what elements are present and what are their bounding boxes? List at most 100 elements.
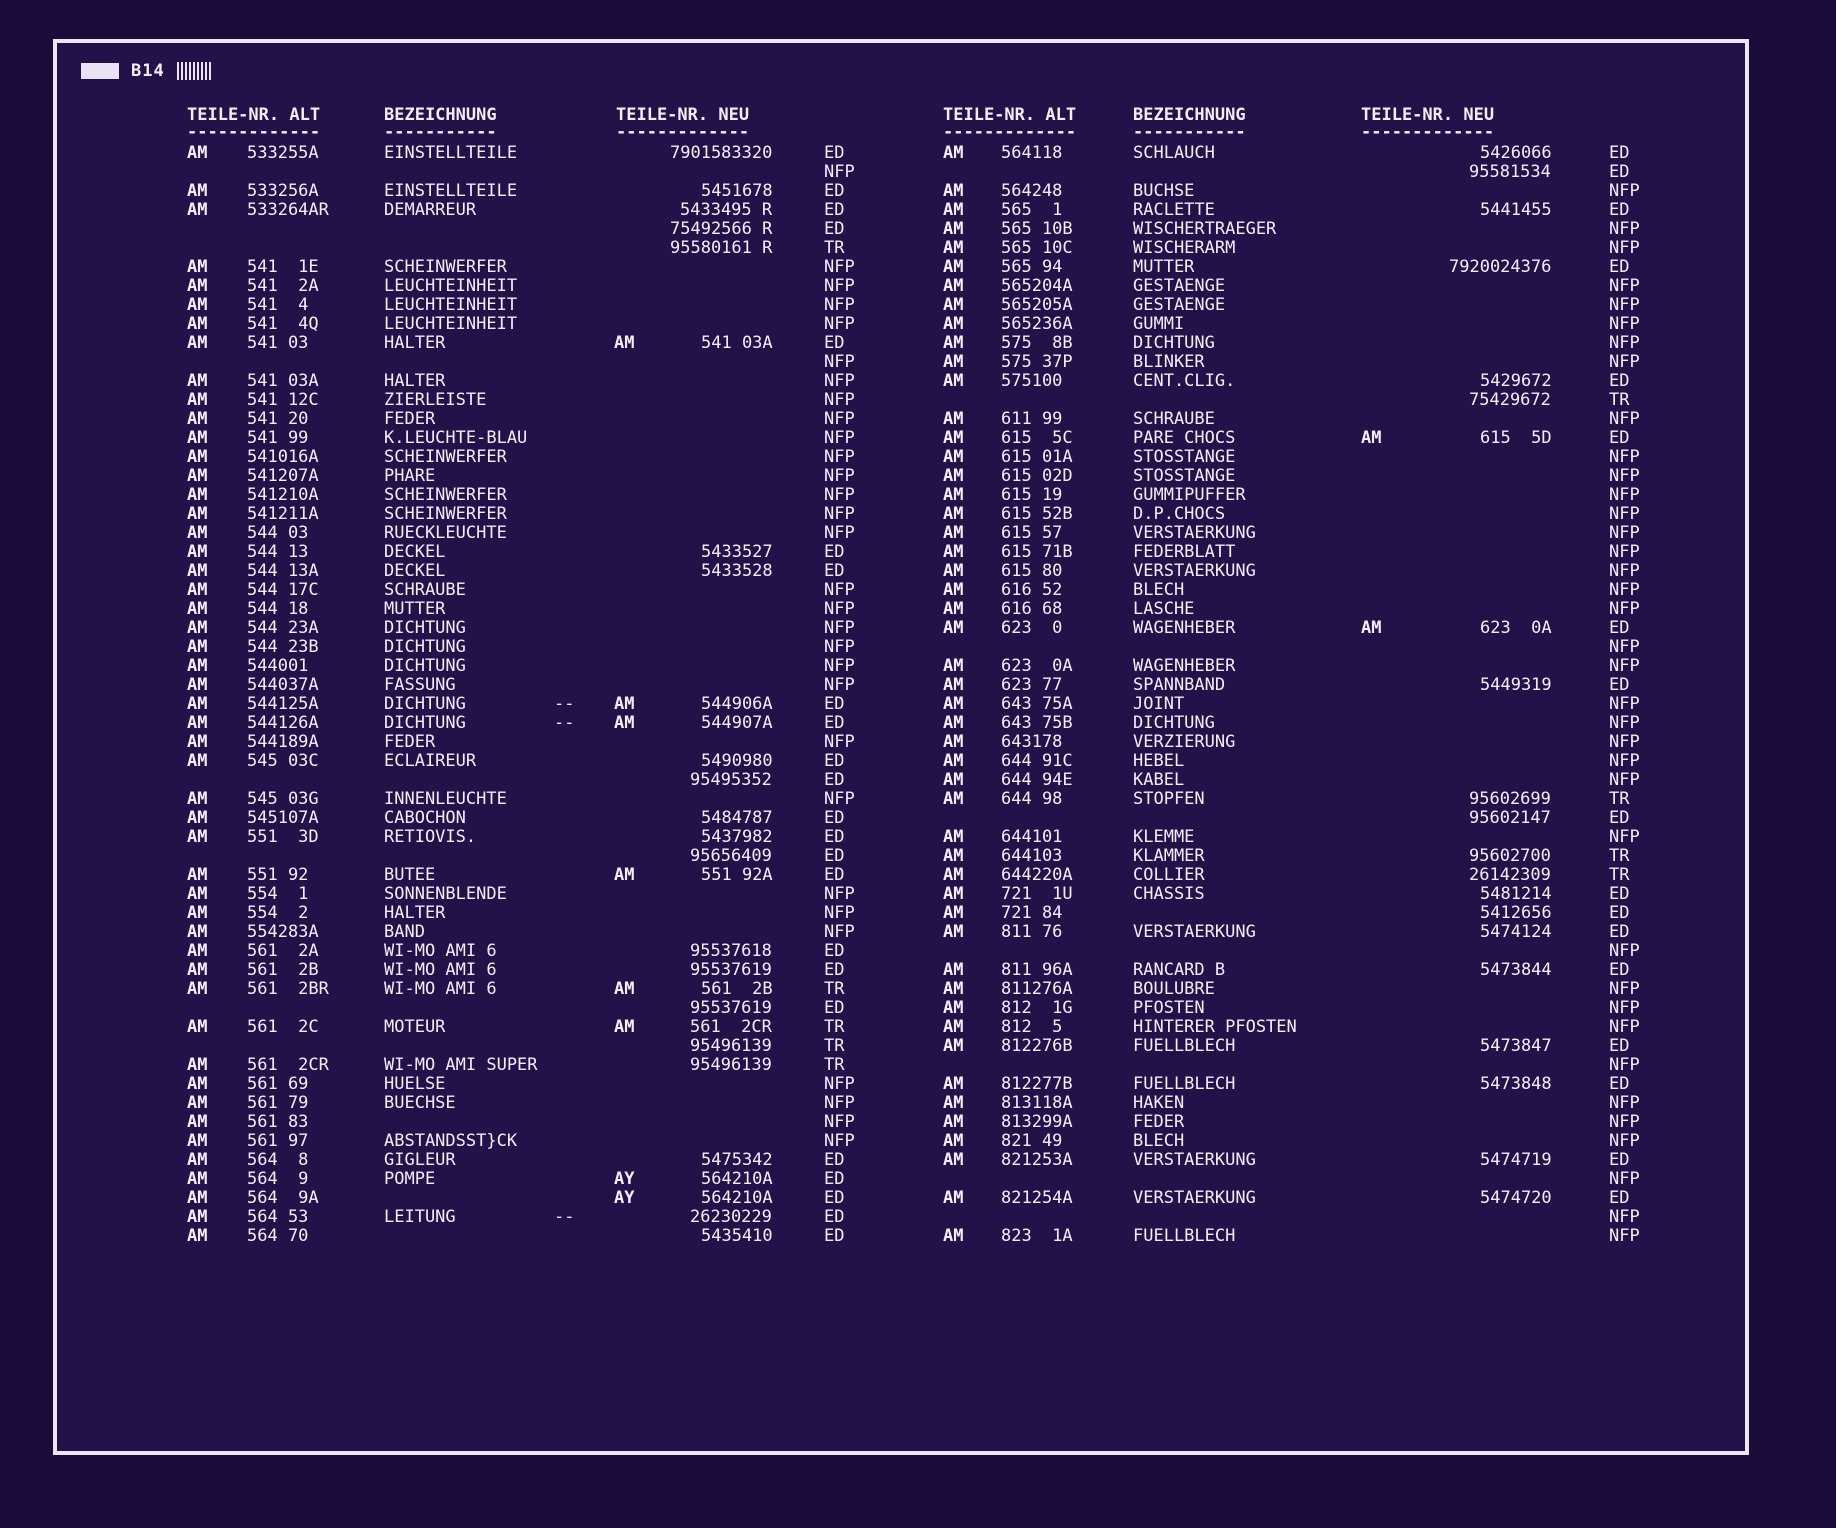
cell-prefix: AM bbox=[943, 884, 964, 904]
cell-teile-nr-alt: 544001 bbox=[247, 656, 309, 676]
cell-bezeichnung: LEUCHTEINHEIT bbox=[384, 276, 518, 296]
cell-teile-nr-alt: 623 0 bbox=[1001, 618, 1063, 638]
cell-bezeichnung: DICHTUNG bbox=[1133, 713, 1215, 733]
table-row: AM 811 76 VERSTAERKUNG 5474124 ED bbox=[943, 923, 1629, 942]
cell-teile-nr-alt: 721 1U bbox=[1001, 884, 1073, 904]
table-row: AM 565 1 RACLETTE 5441455 ED bbox=[943, 201, 1629, 220]
table-row: AM 565 10B WISCHERTRAEGER NFP bbox=[943, 220, 1640, 239]
cell-status-code: ED bbox=[1609, 200, 1630, 220]
cell-teile-nr-alt: 561 97 bbox=[247, 1131, 309, 1151]
table-row: AM 564118 SCHLAUCH 5426066 ED bbox=[943, 144, 1629, 163]
cell-teile-nr-neu: 95537619 bbox=[690, 998, 772, 1018]
cell-prefix: AM bbox=[187, 295, 208, 315]
cell-bezeichnung: LEUCHTEINHEIT bbox=[384, 295, 518, 315]
table-row: AM 623 0 WAGENHEBER AM 623 0A ED bbox=[943, 619, 1629, 638]
cell-teile-nr-alt: 644 98 bbox=[1001, 789, 1063, 809]
table-row: AM 644220A COLLIER 26142309 TR bbox=[943, 866, 1629, 885]
cell-prefix: AM bbox=[187, 523, 208, 543]
cell-teile-nr-alt: 813299A bbox=[1001, 1112, 1073, 1132]
table-row: AM 544126A DICHTUNG -- AM 544907A ED bbox=[134, 714, 844, 733]
cell-status-code: ED bbox=[1609, 808, 1630, 828]
right-parts-table: TEILE-NR. ALT BEZEICHNUNG TEILE-NR. NEU … bbox=[943, 106, 1640, 1246]
cell-bezeichnung: JOINT bbox=[1133, 694, 1185, 714]
table-row: AM 561 97 ABSTANDSST}CK NFP bbox=[134, 1132, 855, 1151]
cell-status-code: ED bbox=[824, 998, 845, 1018]
cell-bezeichnung: DICHTUNG bbox=[384, 637, 466, 657]
cell-teile-nr-neu: 95602700 bbox=[1469, 846, 1551, 866]
cell-prefix: AM bbox=[187, 1074, 208, 1094]
cell-prefix: AM bbox=[943, 675, 964, 695]
header-underline-alt: ------------- bbox=[943, 122, 1077, 142]
cell-prefix: AM bbox=[943, 276, 964, 296]
cell-bezeichnung: RANCARD B bbox=[1133, 960, 1226, 980]
cell-teile-nr-neu: 5473844 bbox=[1480, 960, 1552, 980]
cell-status-code: ED bbox=[824, 941, 845, 961]
cell-teile-nr-alt: 811 96A bbox=[1001, 960, 1073, 980]
table-row: AM 544189A FEDER NFP bbox=[134, 733, 855, 752]
cell-bezeichnung: STOPFEN bbox=[1133, 789, 1205, 809]
cell-bezeichnung: KLAMMER bbox=[1133, 846, 1205, 866]
table-row: AM 545 03G INNENLEUCHTE NFP bbox=[134, 790, 855, 809]
cell-prefix: AM bbox=[187, 827, 208, 847]
table-row: 95495352 ED bbox=[134, 771, 844, 790]
table-row: AM 821 49 BLECH NFP bbox=[943, 1132, 1640, 1151]
cell-bezeichnung: VERSTAERKUNG bbox=[1133, 523, 1256, 543]
cell-status-code: NFP bbox=[1609, 770, 1640, 790]
cell-teile-nr-neu: 95656409 bbox=[690, 846, 772, 866]
table-row: AM 541016A SCHEINWERFER NFP bbox=[134, 448, 855, 467]
cell-status-code: NFP bbox=[824, 1112, 855, 1132]
cell-prefix: AM bbox=[187, 960, 208, 980]
cell-teile-nr-alt: 544 17C bbox=[247, 580, 319, 600]
cell-status-code: ED bbox=[1609, 162, 1630, 182]
cell-bezeichnung: CENT.CLIG. bbox=[1133, 371, 1236, 391]
cell-prefix: AM bbox=[943, 1112, 964, 1132]
table-row: 75492566 R ED bbox=[134, 220, 844, 239]
table-row: AM 541 99 K.LEUCHTE-BLAU NFP bbox=[134, 429, 855, 448]
cell-teile-nr-neu: 95537618 bbox=[690, 941, 772, 961]
cell-status-code: NFP bbox=[1609, 1207, 1640, 1227]
cell-prefix: AM bbox=[943, 314, 964, 334]
cell-bezeichnung: STOSSTANGE bbox=[1133, 447, 1236, 467]
cell-new-prefix: AM bbox=[614, 694, 635, 714]
cell-bezeichnung: STOSSTANGE bbox=[1133, 466, 1236, 486]
cell-status-code: NFP bbox=[824, 523, 855, 543]
table-row: AM 544 13 DECKEL 5433527 ED bbox=[134, 543, 844, 562]
cell-bezeichnung: COLLIER bbox=[1133, 865, 1205, 885]
left-table-header: TEILE-NR. ALT BEZEICHNUNG TEILE-NR. NEU … bbox=[134, 106, 749, 144]
table-row: AM 541 20 FEDER NFP bbox=[134, 410, 855, 429]
cell-bezeichnung: ZIERLEISTE bbox=[384, 390, 487, 410]
cell-prefix: AM bbox=[943, 713, 964, 733]
cell-status-code: NFP bbox=[824, 352, 855, 372]
cell-status-code: NFP bbox=[824, 466, 855, 486]
cell-status-code: ED bbox=[824, 181, 845, 201]
cell-bezeichnung: MUTTER bbox=[384, 599, 446, 619]
cell-prefix: AM bbox=[187, 447, 208, 467]
cell-teile-nr-alt: 541 1E bbox=[247, 257, 319, 277]
cell-teile-nr-alt: 616 68 bbox=[1001, 599, 1063, 619]
cell-teile-nr-alt: 565 94 bbox=[1001, 257, 1063, 277]
cell-prefix: AM bbox=[187, 257, 208, 277]
cell-status-code: NFP bbox=[1609, 333, 1640, 353]
cell-prefix: AM bbox=[187, 1055, 208, 1075]
cell-bezeichnung: EINSTELLTEILE bbox=[384, 143, 518, 163]
table-row: AM 564 9 POMPE AY 564210A ED bbox=[134, 1170, 844, 1189]
cell-teile-nr-alt: 575 37P bbox=[1001, 352, 1073, 372]
table-row: AM 561 2B WI-MO AMI 6 95537619 ED bbox=[134, 961, 844, 980]
table-row: AM 541 4Q LEUCHTEINHEIT NFP bbox=[134, 315, 855, 334]
cell-status-code: NFP bbox=[824, 447, 855, 467]
cell-status-code: NFP bbox=[1609, 523, 1640, 543]
cell-status-code: TR bbox=[824, 1017, 845, 1037]
cell-teile-nr-alt: 544 13 bbox=[247, 542, 309, 562]
cell-status-code: NFP bbox=[1609, 580, 1640, 600]
cell-teile-nr-neu: 26142309 bbox=[1469, 865, 1551, 885]
cell-status-code: ED bbox=[1609, 903, 1630, 923]
table-row: AM 623 0A WAGENHEBER NFP bbox=[943, 657, 1640, 676]
cell-prefix: AM bbox=[187, 1131, 208, 1151]
table-row: AM 561 2C MOTEUR AM 561 2CR TR bbox=[134, 1018, 844, 1037]
table-row: AM 564 9A AY 564210A ED bbox=[134, 1189, 844, 1208]
cell-bezeichnung: SCHRAUBE bbox=[384, 580, 466, 600]
cell-status-code: NFP bbox=[1609, 732, 1640, 752]
cell-bezeichnung: SCHEINWERFER bbox=[384, 504, 507, 524]
cell-prefix: AM bbox=[187, 314, 208, 334]
cell-teile-nr-alt: 565 1 bbox=[1001, 200, 1063, 220]
